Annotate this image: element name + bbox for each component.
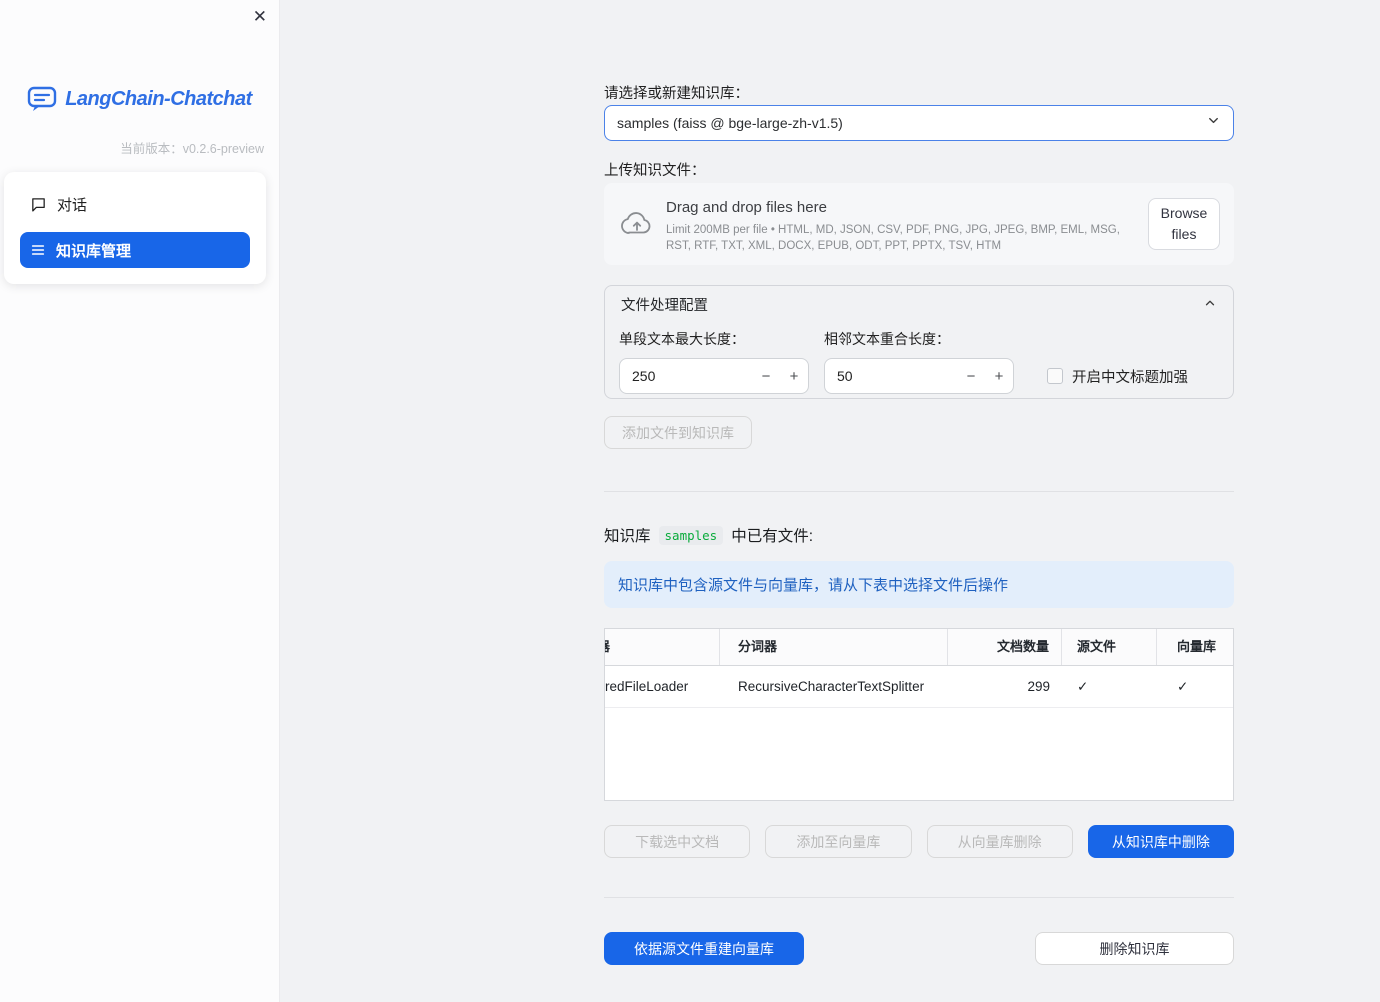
cell-loader: redFileLoader	[605, 679, 689, 694]
info-alert: 知识库中包含源文件与向量库，请从下表中选择文件后操作	[604, 561, 1234, 608]
sidebar-menu: 对话 知识库管理	[4, 172, 266, 284]
kb-select-value: samples (faiss @ bge-large-zh-v1.5)	[617, 115, 843, 131]
list-icon	[30, 242, 46, 258]
sidebar-item-label: 知识库管理	[56, 242, 132, 260]
column-header-splitter[interactable]: 分词器	[720, 629, 948, 665]
zh-title-checkbox-label: 开启中文标题加强	[1072, 369, 1188, 386]
config-labels: 单段文本最大长度： 相邻文本重合长度：	[619, 329, 1219, 349]
add-to-vector-store-button[interactable]: 添加至向量库	[765, 825, 912, 858]
app-logo: LangChain-Chatchat	[0, 86, 279, 112]
checkbox-box[interactable]	[1047, 368, 1063, 384]
chunk-size-label: 单段文本最大长度：	[619, 331, 745, 347]
overlap-size-value: 50	[837, 368, 853, 384]
kb-files-heading: 知识库 samples 中已有文件:	[604, 524, 813, 546]
version-label: 当前版本：v0.2.6-preview	[120, 142, 264, 156]
sidebar: ✕ LangChain-Chatchat 当前版本：v0.2.6-preview	[0, 0, 280, 1002]
delete-from-kb-button[interactable]: 从知识库中删除	[1087, 825, 1234, 858]
drag-drop-text: Drag and drop files here	[666, 199, 827, 216]
download-selected-button[interactable]: 下载选中文档	[604, 825, 751, 858]
minus-icon[interactable]: −	[752, 359, 780, 393]
config-expander: 文件处理配置 单段文本最大长度： 相邻文本重合长度： 250 − + 50 − …	[604, 285, 1234, 399]
chat-bubble-icon	[30, 196, 47, 213]
upload-cloud-icon	[620, 209, 654, 244]
close-icon: ✕	[252, 7, 267, 26]
chunk-size-input[interactable]: 250 − +	[619, 358, 809, 394]
file-action-buttons: 下载选中文档 添加至向量库 从向量库删除 从知识库中删除	[604, 825, 1234, 858]
table-row[interactable]: redFileLoader RecursiveCharacterTextSpli…	[605, 666, 1233, 708]
plus-icon[interactable]: +	[780, 359, 808, 393]
kb-files-suffix: 中已有文件:	[731, 528, 814, 545]
close-sidebar-button[interactable]: ✕	[253, 4, 267, 30]
overlap-size-input[interactable]: 50 − +	[824, 358, 1014, 394]
table-header-row: 器 分词器 文档数量 源文件 向量库	[605, 629, 1233, 666]
kb-select[interactable]: samples (faiss @ bge-large-zh-v1.5)	[604, 105, 1234, 141]
kb-files-prefix: 知识库	[604, 528, 651, 545]
upload-label: 上传知识文件：	[604, 163, 706, 179]
logo-chat-icon	[27, 86, 57, 112]
chevron-up-icon	[1203, 296, 1217, 314]
cell-vector-store-check: ✓	[1177, 679, 1189, 694]
logo-text: LangChain-Chatchat	[65, 87, 252, 110]
cell-doc-count: 299	[1027, 679, 1050, 694]
files-table[interactable]: 器 分词器 文档数量 源文件 向量库 redFileLoader Recursi…	[604, 628, 1234, 801]
overlap-size-label: 相邻文本重合长度：	[824, 331, 950, 347]
plus-icon[interactable]: +	[985, 359, 1013, 393]
main-content: 请选择或新建知识库： samples (faiss @ bge-large-zh…	[280, 0, 1380, 1002]
sidebar-item-knowledge-base[interactable]: 知识库管理	[20, 232, 250, 268]
divider	[604, 491, 1234, 492]
config-expander-title: 文件处理配置	[621, 298, 708, 314]
content-column: 请选择或新建知识库： samples (faiss @ bge-large-zh…	[604, 0, 1234, 1002]
chunk-size-value: 250	[632, 368, 656, 384]
browse-files-button[interactable]: Browse files	[1148, 198, 1220, 250]
add-files-to-kb-button[interactable]: 添加文件到知识库	[604, 416, 752, 449]
config-expander-header[interactable]: 文件处理配置	[605, 286, 1233, 323]
divider	[604, 897, 1234, 898]
config-expander-body: 单段文本最大长度： 相邻文本重合长度： 250 − + 50 − + 开启中文标…	[605, 329, 1233, 394]
rebuild-vector-store-button[interactable]: 依据源文件重建向量库	[604, 932, 804, 965]
column-header-vector-store[interactable]: 向量库	[1157, 629, 1233, 665]
column-header-doc-count[interactable]: 文档数量	[948, 629, 1062, 665]
kb-select-label: 请选择或新建知识库：	[604, 86, 749, 102]
config-inputs: 250 − + 50 − + 开启中文标题加强	[619, 358, 1219, 394]
uploader-text: Drag and drop files here Limit 200MB per…	[666, 199, 1144, 254]
file-uploader-dropzone[interactable]: Drag and drop files here Limit 200MB per…	[604, 183, 1234, 265]
delete-kb-button[interactable]: 删除知识库	[1035, 932, 1234, 965]
cell-splitter: RecursiveCharacterTextSplitter	[738, 679, 925, 694]
chevron-down-icon	[1206, 113, 1221, 133]
sidebar-item-dialogue[interactable]: 对话	[20, 186, 250, 222]
column-header-loader[interactable]: 器	[605, 629, 720, 665]
remove-from-vector-store-button[interactable]: 从向量库删除	[926, 825, 1073, 858]
column-header-source-file[interactable]: 源文件	[1062, 629, 1157, 665]
minus-icon[interactable]: −	[957, 359, 985, 393]
kb-name-code: samples	[658, 525, 724, 545]
sidebar-item-label: 对话	[57, 196, 88, 214]
kb-management-buttons: 依据源文件重建向量库 删除知识库	[604, 932, 1234, 965]
cell-source-file-check: ✓	[1077, 679, 1089, 694]
zh-title-checkbox[interactable]: 开启中文标题加强	[1047, 366, 1188, 387]
file-limit-text: Limit 200MB per file • HTML, MD, JSON, C…	[666, 224, 1120, 253]
